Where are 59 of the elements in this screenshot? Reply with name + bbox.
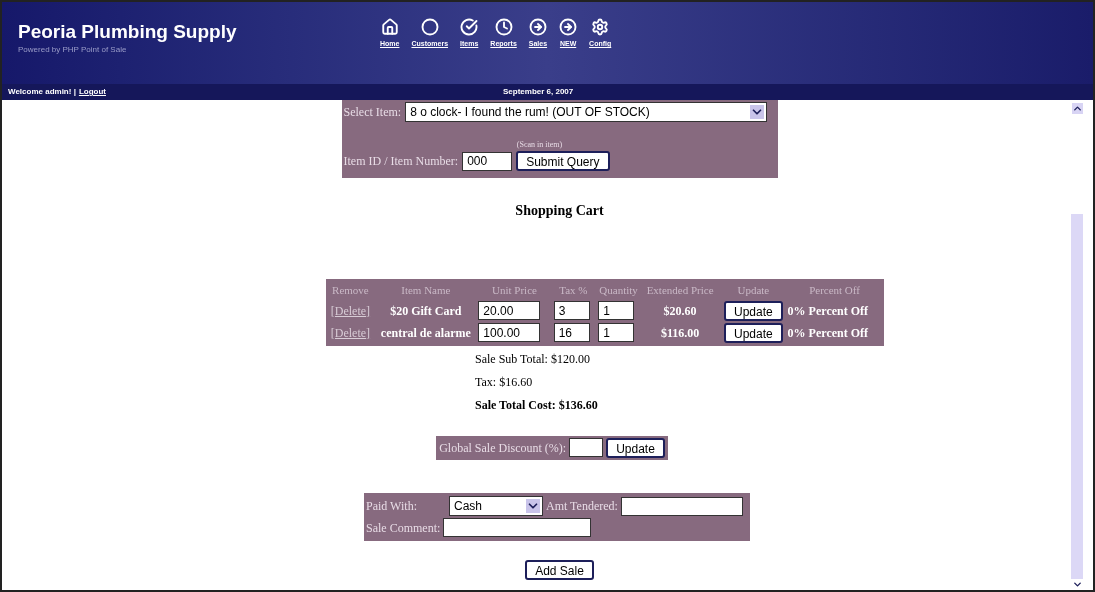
percent-off-cell-text: 0% Percent Off	[787, 324, 870, 342]
column-header: Quantity	[598, 283, 639, 298]
item-name-cell-text: central de alarme	[379, 324, 472, 342]
sale-comment-field[interactable]	[443, 518, 592, 537]
discount-field[interactable]	[569, 438, 604, 457]
amount-tendered-label: Amt Tendered:	[546, 498, 618, 515]
arrow-right-icon[interactable]	[559, 18, 578, 36]
dropdown-icon	[750, 105, 765, 119]
scroll-down-icon[interactable]	[1071, 579, 1083, 590]
tax-field[interactable]: 3	[553, 301, 590, 320]
column-header: Unit Price	[491, 283, 538, 298]
welcome-text: Welcome admin! |	[8, 86, 76, 98]
submit-query-button[interactable]: Submit Query	[516, 151, 610, 171]
select-item-label: Select Item:	[343, 104, 402, 121]
total-cost-text: Sale Total Cost: $136.60	[475, 396, 598, 414]
scan-hint: (Scan in item)	[516, 139, 563, 151]
column-header: Remove	[331, 283, 370, 298]
tax-total-text: Tax: $16.60	[475, 373, 534, 391]
discount-update-button[interactable]: Update	[606, 437, 665, 458]
percent-off-cell-text: 0% Percent Off	[787, 302, 870, 320]
shopping-cart-title: Shopping Cart	[515, 202, 604, 220]
scrollbar-thumb[interactable]	[1071, 214, 1083, 579]
update-button[interactable]: Update	[724, 300, 783, 321]
settings-icon[interactable]	[591, 18, 610, 36]
logout-link[interactable]: Logout	[78, 86, 106, 98]
item-id-field[interactable]: 000	[462, 151, 513, 171]
store-subtitle: Powered by PHP Point of Sale	[18, 43, 128, 56]
discount-label: Global Sale Discount (%):	[439, 439, 567, 457]
item-id-label: Item ID / Item Number:	[343, 153, 459, 170]
column-header: Update	[736, 283, 771, 298]
add-sale-button[interactable]: Add Sale	[525, 559, 594, 580]
home-icon[interactable]	[380, 18, 399, 36]
tax-field[interactable]: 16	[553, 323, 590, 342]
quantity-field[interactable]: 1	[598, 323, 635, 342]
arrow-right-icon[interactable]	[528, 18, 547, 36]
scroll-up-icon[interactable]	[1071, 103, 1083, 114]
paid-with-label: Paid With:	[366, 498, 418, 515]
paid-with-select[interactable]: Cash	[449, 496, 543, 516]
clock-icon[interactable]	[494, 18, 513, 36]
unit-price-field[interactable]: 20.00	[478, 301, 541, 320]
dropdown-icon	[526, 499, 540, 513]
unit-price-field[interactable]: 100.00	[478, 323, 541, 342]
date-text: September 6, 2007	[503, 86, 574, 98]
column-header: Tax %	[558, 283, 589, 298]
item-name-cell-text: $20 Gift Card	[389, 302, 463, 320]
check-circle-icon[interactable]	[460, 18, 479, 36]
circle-icon[interactable]	[420, 18, 439, 36]
quantity-field[interactable]: 1	[598, 301, 635, 320]
update-button[interactable]: Update	[724, 322, 783, 343]
store-title: Peoria Plumbing Supply	[18, 20, 238, 44]
column-header: Item Name	[400, 283, 452, 298]
extended-price-cell-text: $20.60	[662, 302, 698, 320]
amount-tendered-field[interactable]	[620, 496, 743, 516]
column-header: Extended Price	[645, 283, 715, 298]
extended-price-cell-text: $116.00	[659, 324, 701, 342]
column-header: Percent Off	[808, 283, 861, 298]
subtotal-text: Sale Sub Total: $120.00	[475, 350, 591, 368]
sale-comment-label: Sale Comment:	[366, 519, 441, 537]
item-select[interactable]: 8 o clock- I found the rum! (OUT OF STOCK)	[405, 102, 768, 122]
